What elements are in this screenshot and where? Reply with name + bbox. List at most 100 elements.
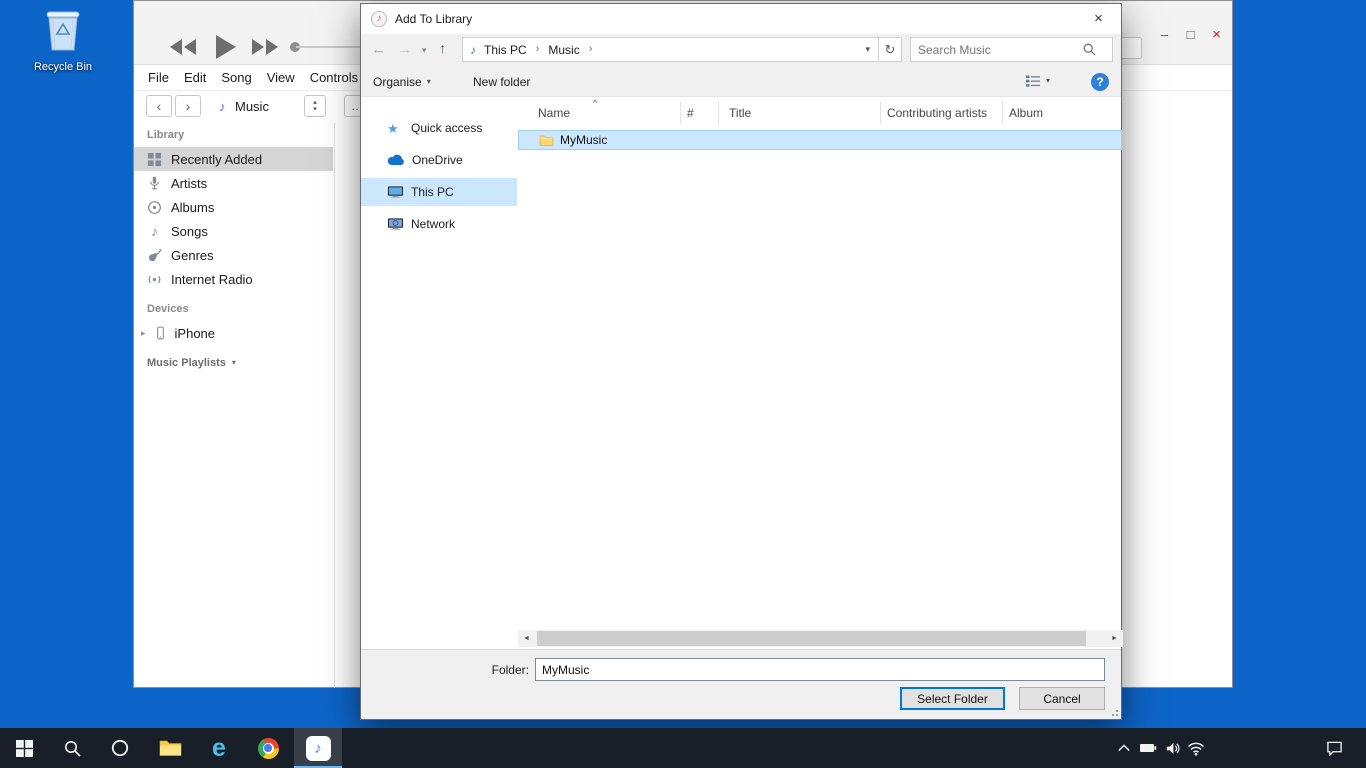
sidebar-item-internet-radio[interactable]: Internet Radio — [134, 267, 333, 291]
tray-network-button[interactable] — [1184, 728, 1208, 768]
cortana-icon — [111, 739, 129, 757]
scroll-left-button[interactable]: ◄ — [518, 630, 535, 647]
chrome-button[interactable] — [244, 728, 292, 768]
fast-forward-button[interactable] — [252, 39, 278, 55]
search-icon[interactable] — [1083, 43, 1096, 56]
menu-file[interactable]: File — [148, 70, 169, 85]
file-explorer-button[interactable] — [146, 728, 194, 768]
nav-item-this-pc[interactable]: This PC — [361, 178, 517, 206]
nav-item-quick-access[interactable]: ★ Quick access — [361, 114, 517, 142]
tray-volume-button[interactable] — [1160, 728, 1184, 768]
address-location-icon: ♪ — [463, 44, 480, 56]
address-dropdown-icon[interactable]: ▾ — [865, 45, 878, 54]
nav-up-button[interactable]: ↑ — [439, 41, 446, 55]
onedrive-cloud-icon — [387, 154, 405, 166]
close-button[interactable]: × — [1204, 23, 1229, 45]
sidebar-item-recently-added[interactable]: Recently Added — [134, 147, 333, 171]
column-header-name[interactable]: Name — [518, 101, 681, 124]
column-header-title[interactable]: Title — [719, 101, 881, 124]
media-picker-label[interactable]: Music — [235, 99, 269, 114]
expander-icon[interactable]: ▸ — [141, 329, 146, 338]
scroll-right-button[interactable]: ► — [1106, 630, 1123, 647]
nav-history-dropdown[interactable]: ▾ — [422, 46, 427, 55]
dialog-title-bar: ♪ Add To Library — [361, 4, 1121, 34]
start-button[interactable] — [0, 728, 48, 768]
sidebar-item-artists[interactable]: Artists — [134, 171, 333, 195]
tray-show-hidden-icons-button[interactable] — [1112, 728, 1136, 768]
column-header-number[interactable]: # — [681, 101, 719, 124]
music-playlists-header[interactable]: Music Playlists — [147, 357, 226, 369]
search-input[interactable] — [911, 43, 1083, 57]
music-note-icon: ♪ — [147, 224, 162, 238]
media-picker-spinner[interactable]: ▴ ▾ — [304, 95, 326, 117]
media-picker-note-icon: ♪ — [219, 100, 226, 113]
volume-slider[interactable] — [296, 46, 360, 48]
minimize-button[interactable]: – — [1152, 23, 1177, 45]
select-folder-button[interactable]: Select Folder — [900, 687, 1005, 710]
file-explorer-icon — [159, 739, 182, 757]
view-mode-button[interactable]: ▾ — [1025, 74, 1050, 88]
maximize-button[interactable]: □ — [1178, 23, 1203, 45]
menu-edit[interactable]: Edit — [184, 70, 206, 85]
menu-view[interactable]: View — [267, 70, 295, 85]
search-box[interactable] — [910, 37, 1113, 62]
album-icon — [147, 200, 162, 215]
this-pc-icon — [387, 185, 404, 199]
cortana-button[interactable] — [96, 728, 144, 768]
chevron-up-icon — [1117, 742, 1131, 754]
chevron-down-icon[interactable]: ▾ — [232, 359, 236, 367]
menu-controls[interactable]: Controls — [310, 70, 358, 85]
folder-icon — [539, 134, 554, 146]
sidebar-item-songs[interactable]: ♪ Songs — [134, 219, 333, 243]
radio-waves-icon — [147, 272, 162, 287]
taskbar: e ♪ — [0, 728, 1366, 768]
taskbar-search-button[interactable] — [48, 728, 96, 768]
menu-song[interactable]: Song — [221, 70, 251, 85]
sidebar-item-genres[interactable]: Genres — [134, 243, 333, 267]
action-center-icon — [1326, 740, 1343, 756]
nav-forward-button[interactable]: → — [397, 42, 412, 57]
horizontal-scrollbar[interactable]: ◄ ► — [518, 630, 1123, 647]
itunes-taskbar-button[interactable]: ♪ — [294, 728, 342, 768]
itunes-forward-button[interactable]: › — [175, 95, 201, 117]
recycle-bin-icon — [41, 6, 85, 54]
rewind-button[interactable] — [170, 39, 196, 55]
itunes-back-button[interactable]: ‹ — [146, 95, 172, 117]
recycle-bin-desktop-icon[interactable]: Recycle Bin — [22, 6, 104, 73]
folder-name-input[interactable] — [535, 658, 1105, 681]
sidebar-item-albums[interactable]: Albums — [134, 195, 333, 219]
breadcrumb-separator-icon[interactable]: › — [531, 44, 545, 55]
tray-battery-button[interactable] — [1136, 728, 1160, 768]
recycle-bin-label: Recycle Bin — [22, 61, 104, 73]
nav-item-network[interactable]: Network — [361, 210, 517, 238]
cancel-button[interactable]: Cancel — [1019, 687, 1105, 710]
nav-back-button[interactable]: ← — [371, 42, 386, 57]
library-header: Library — [147, 129, 184, 141]
scrollbar-thumb[interactable] — [537, 631, 1086, 646]
column-header-album[interactable]: Album — [1003, 101, 1121, 124]
grid-icon — [147, 152, 162, 167]
help-button[interactable]: ? — [1091, 73, 1109, 91]
breadcrumb-this-pc[interactable]: This PC — [480, 43, 531, 57]
network-icon — [387, 217, 404, 231]
dialog-close-button[interactable]: × — [1076, 4, 1121, 33]
sidebar-item-iphone[interactable]: ▸ iPhone — [134, 321, 333, 345]
new-folder-button[interactable]: New folder — [473, 75, 530, 89]
breadcrumb-separator-icon[interactable]: › — [584, 44, 598, 55]
play-button[interactable] — [216, 35, 236, 59]
internet-explorer-button[interactable]: e — [195, 728, 243, 768]
file-row-mymusic[interactable]: MyMusic — [518, 130, 1122, 150]
star-icon: ★ — [387, 122, 404, 135]
breadcrumb-music[interactable]: Music — [544, 43, 583, 57]
nav-item-onedrive[interactable]: OneDrive — [361, 146, 517, 174]
resize-grip[interactable] — [1109, 707, 1119, 717]
dialog-title: Add To Library — [395, 12, 472, 26]
search-icon — [64, 740, 81, 757]
address-bar[interactable]: ♪ This PC › Music › ▾ — [462, 37, 879, 62]
action-center-button[interactable] — [1316, 728, 1352, 768]
column-header-contributing-artists[interactable]: Contributing artists — [881, 101, 1003, 124]
sort-ascending-icon[interactable]: ^ — [593, 99, 597, 108]
refresh-button[interactable]: ↻ — [878, 37, 902, 62]
speaker-icon — [1164, 740, 1181, 757]
organise-button[interactable]: Organise ▾ — [373, 75, 431, 89]
